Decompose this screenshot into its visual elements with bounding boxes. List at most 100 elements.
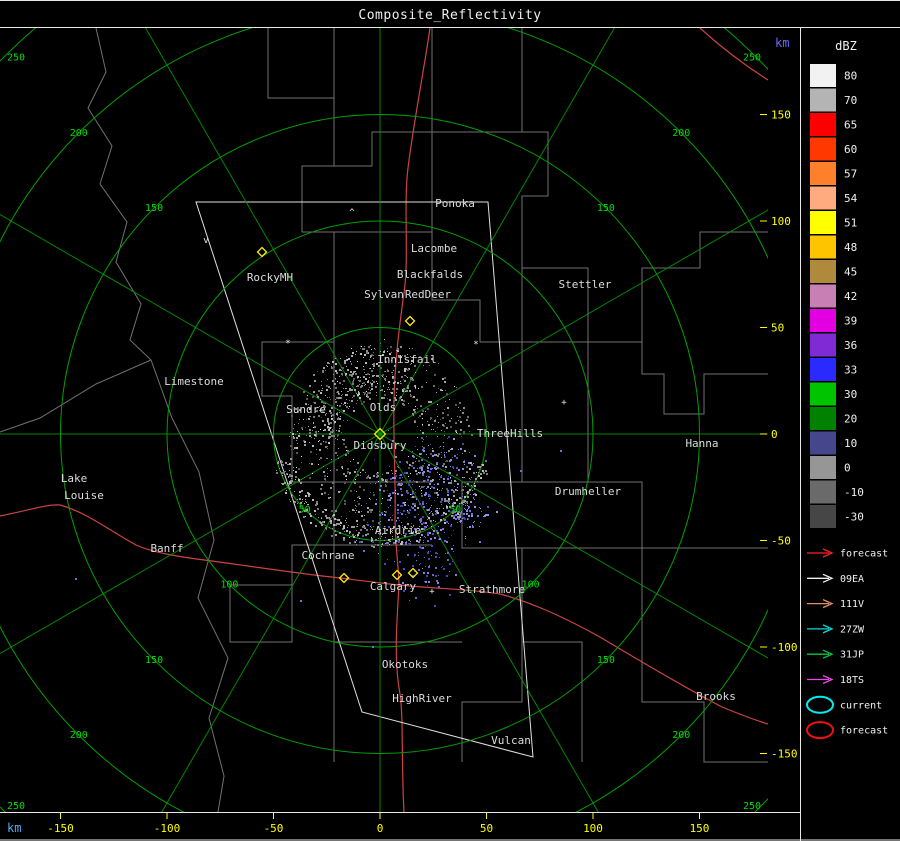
echo-dot [373, 355, 374, 356]
echo-dot [373, 492, 374, 493]
echo-dot [377, 383, 378, 384]
place-label-olds: Olds [370, 401, 397, 414]
echo-dot [384, 540, 385, 541]
echo-dot [455, 518, 457, 520]
echo-dot [412, 565, 414, 567]
echo-dot [347, 403, 348, 404]
echo-dot [318, 441, 319, 442]
ring-distance-label: 250 [743, 801, 761, 812]
echo-dot [285, 462, 287, 464]
y-axis-label: 150 [771, 109, 791, 122]
echo-dot [364, 354, 366, 356]
echo-dot [303, 516, 305, 518]
echo-dot [458, 469, 460, 471]
echo-dot [440, 476, 442, 478]
echo-dot [428, 558, 430, 560]
echo-dot [445, 461, 446, 462]
colorbar-value: 51 [844, 217, 857, 230]
echo-dot [370, 382, 371, 383]
echo-dot [436, 530, 438, 532]
echo-dot [435, 513, 437, 515]
echo-dot [430, 488, 431, 489]
echo-dot [396, 392, 397, 393]
echo-dot [337, 439, 338, 440]
echo-dot [373, 365, 375, 367]
echo-dot [335, 379, 336, 380]
echo-dot [483, 472, 485, 474]
echo-dot [322, 511, 324, 513]
echo-dot [324, 478, 326, 480]
echo-dot [452, 466, 454, 468]
echo-dot [294, 424, 295, 425]
echo-dot [421, 534, 423, 536]
echo-dot [362, 535, 364, 537]
echo-dot [298, 479, 300, 481]
echo-dot [422, 465, 424, 467]
echo-dot [315, 431, 317, 433]
echo-dot [441, 490, 442, 491]
echo-dot [341, 395, 342, 396]
x-axis-label: 50 [480, 822, 493, 835]
echo-dot [444, 500, 446, 502]
echo-dot [441, 430, 442, 431]
echo-dot [334, 421, 336, 423]
map-canvas[interactable]: 50 50100 100150 150150 150200 200200 200250 250… [0, 0, 900, 841]
echo-dot [422, 441, 423, 442]
echo-dot [389, 493, 391, 495]
ring-distance-label: 150 [145, 655, 163, 666]
place-label-sylvan: Sylvan [364, 288, 404, 301]
echo-dot [449, 563, 451, 565]
echo-dot [443, 442, 444, 443]
echo-dot [474, 483, 475, 484]
echo-dot [374, 460, 375, 461]
echo-dot [458, 518, 460, 520]
echo-dot [360, 377, 361, 378]
echo-dot [429, 495, 431, 497]
echo-dot [433, 385, 435, 387]
echo-dot [460, 520, 462, 522]
echo-dot [319, 449, 321, 451]
echo-dot [370, 368, 371, 369]
echo-dot [426, 488, 427, 489]
echo-dot [401, 383, 402, 384]
echo-dot [293, 436, 294, 437]
colorbar-value: 65 [844, 119, 857, 132]
colorbar-value: 70 [844, 94, 857, 107]
echo-dot [422, 424, 423, 425]
echo-dot [445, 466, 447, 468]
echo-dot [352, 352, 354, 354]
echo-dot [358, 392, 359, 393]
echo-dot [309, 385, 311, 387]
echo-dot [431, 528, 432, 529]
echo-dot [416, 540, 418, 542]
echo-dot [428, 457, 429, 458]
echo-dot [378, 481, 379, 482]
echo-dot [437, 488, 438, 489]
echo-dot [360, 346, 361, 347]
echo-dot [342, 367, 344, 369]
echo-dot [287, 464, 288, 465]
echo-dot [326, 517, 328, 519]
echo-dot [351, 355, 353, 357]
echo-dot [395, 493, 396, 494]
echo-dot [337, 391, 339, 393]
echo-dot [422, 410, 424, 412]
echo-dot [325, 430, 326, 431]
echo-dot [314, 374, 315, 375]
echo-dot [323, 471, 325, 473]
echo-dot [472, 526, 474, 528]
echo-dot [436, 508, 437, 509]
echo-dot [365, 384, 366, 385]
echo-dot [386, 376, 387, 377]
echo-dot [371, 509, 373, 511]
echo-dot [334, 423, 335, 424]
echo-dot [408, 467, 410, 469]
echo-dot [445, 401, 446, 402]
echo-dot [373, 363, 375, 365]
echo-dot [446, 393, 448, 395]
echo-dot [321, 381, 322, 382]
echo-dot [442, 465, 444, 467]
echo-dot [466, 419, 468, 421]
echo-dot [384, 511, 385, 512]
echo-dot [395, 543, 396, 544]
